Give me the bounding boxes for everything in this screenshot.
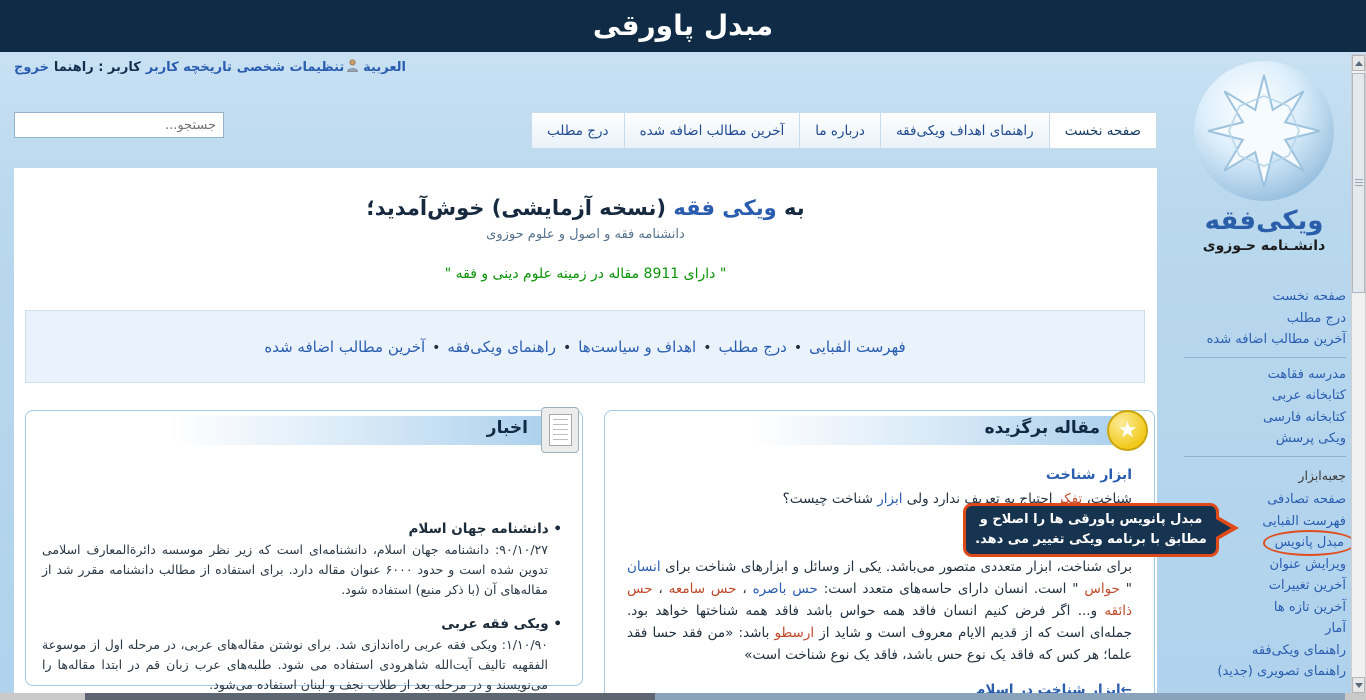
scroll-up-icon (1355, 61, 1363, 66)
news-item-body: ۹۰/۱۰/۲۷: دانشنامه جهان اسلام، دانشنامه‌… (42, 540, 548, 600)
tab-about-us[interactable]: درباره ما (800, 112, 881, 149)
news-box-title: اخبار (487, 418, 528, 438)
featured-article-body: ابزار شناخت شناخت، تفکر احتیاج به تعریف … (605, 451, 1154, 700)
sidebar-item-latest-news[interactable]: آخرین تازه ها (1184, 597, 1346, 619)
scroll-up-button[interactable] (1352, 55, 1365, 71)
sidebar-item-statistics[interactable]: آمار (1184, 618, 1346, 640)
bullet-separator (703, 338, 711, 356)
sidebar-item-visual-guide[interactable]: راهنمای تصویری (جدید) (1184, 661, 1346, 683)
bullet-separator (432, 338, 440, 356)
news-document-icon (541, 407, 579, 453)
sidebar-item-arabic-library[interactable]: کتابخانه عربی (1184, 385, 1346, 407)
news-list: دانشنامه جهان اسلام ۹۰/۱۰/۲۷: دانشنامه ج… (26, 451, 582, 695)
vertical-scrollbar[interactable] (1351, 54, 1366, 694)
article-count-text: " دارای 8911 مقاله در زمینه علوم دینی و … (14, 266, 1157, 282)
sidebar-item-feqahat-school[interactable]: مدرسه فقاهت (1184, 364, 1346, 386)
sidebar-item-wiki-porsesh[interactable]: ویکی پرسش (1184, 428, 1346, 450)
tooltip-line2: مطابق با برنامه ویکی تغییر می دهد. (972, 530, 1210, 550)
tab-latest-added[interactable]: آخرین مطالب اضافه شده (625, 112, 801, 149)
main-content: به ویکی فقه (نسخه آزمایشی) خوش‌آمدید؛ دا… (14, 168, 1157, 700)
quicknav-wikifeqh-guide[interactable]: راهنمای ویکی‌فقه (447, 338, 556, 356)
search-input[interactable] (14, 112, 224, 138)
site-logo[interactable]: ویکی‌فقه دانشـنامه حـوزوی (1184, 56, 1344, 254)
tooltip-line1: مبدل پانویس پاورقی ها را اصلاح و (972, 510, 1210, 530)
sidebar-divider (1184, 456, 1346, 457)
quicknav-strip: فهرست الفبایی درج مطلب اهداف و سیاست‌ها … (25, 310, 1145, 383)
news-item-heading[interactable]: ویکی فقه عربی (42, 616, 562, 632)
sidebar-divider (1184, 357, 1346, 358)
news-item-heading[interactable]: دانشنامه جهان اسلام (42, 521, 562, 537)
personal-link-arabic[interactable]: العربية (363, 60, 406, 75)
sidebar-toolbox-header: جعبه‌ابزار (1184, 465, 1346, 487)
featured-paragraph: برای شناخت، ابزار متعددی متصور می‌باشد. … (627, 556, 1132, 666)
bullet-separator (563, 338, 571, 356)
page-title: مبدل پاورقی (0, 0, 1366, 52)
page-tabs: صفحه نخست راهنمای اهداف ویکی‌فقه درباره … (531, 112, 1157, 149)
welcome-subtitle: دانشنامه فقه و اصول و علوم حوزوی (14, 227, 1157, 242)
scroll-down-button[interactable] (1352, 677, 1365, 693)
logo-tagline: دانشـنامه حـوزوی (1184, 238, 1344, 254)
scroll-down-icon (1355, 683, 1363, 688)
tooltip-arrow-inner (1216, 519, 1231, 537)
footnote-converter-tooltip: مبدل پانویس پاورقی ها را اصلاح و مطابق ب… (963, 503, 1219, 557)
welcome-heading: به ویکی فقه (نسخه آزمایشی) خوش‌آمدید؛ (14, 196, 1157, 220)
sidebar-item-latest-added[interactable]: آخرین مطالب اضافه شده (1184, 329, 1346, 351)
news-box-header: اخبار (26, 411, 582, 451)
sidebar-item-main-page[interactable]: صفحه نخست (1184, 286, 1346, 308)
bullet-separator (794, 338, 802, 356)
sidebar-item-persian-library[interactable]: کتابخانه فارسی (1184, 407, 1346, 429)
star-badge-icon: ★ (1107, 410, 1148, 451)
featured-box-header: ★ مقاله برگزیده (605, 411, 1154, 451)
news-box: اخبار دانشنامه جهان اسلام ۹۰/۱۰/۲۷: دانش… (25, 410, 583, 686)
sidebar-item-wikifeqh-guide[interactable]: راهنمای ویکی‌فقه (1184, 640, 1346, 662)
personal-link-preferences-label: تنظیمات شخصی (237, 60, 344, 75)
sidebar-nav: صفحه نخست درج مطلب آخرین مطالب اضافه شده… (1184, 286, 1346, 683)
sidebar-item-recent-changes[interactable]: آخرین تغییرات (1184, 575, 1346, 597)
site-notice-header: مبدل پاورقی (0, 0, 1366, 52)
personal-toolbar: العربية تنظیمات شخصی تاریخچه کاربر کاربر… (14, 59, 406, 76)
personal-link-preferences[interactable]: تنظیمات شخصی (237, 59, 358, 76)
scrollbar-thumb[interactable] (1352, 73, 1365, 293)
sidebar: ویکی‌فقه دانشـنامه حـوزوی صفحه نخست درج … (1166, 52, 1366, 700)
list-item: ویکی فقه عربی ۱/۱۰/۹۰: ویکی فقه عربی راه… (42, 616, 562, 695)
featured-article-link[interactable]: ابزار شناخت (1046, 465, 1132, 486)
personal-link-user-history[interactable]: تاریخچه کاربر (146, 60, 232, 75)
list-item: دانشنامه جهان اسلام ۹۰/۱۰/۲۷: دانشنامه ج… (42, 521, 562, 600)
scrollbar-grip-icon (1355, 179, 1363, 187)
footnote-converter-highlight-ellipse[interactable]: مبدل پانویس (1263, 530, 1356, 556)
logo-wordmark: ویکی‌فقه (1184, 206, 1344, 236)
personal-link-logout[interactable]: خروج (14, 60, 49, 75)
taskbar-strip (0, 693, 1366, 700)
featured-box-title: مقاله برگزیده (985, 418, 1100, 438)
tab-goals-guide[interactable]: راهنمای اهداف ویکی‌فقه (881, 112, 1050, 149)
welcome-block: به ویکی فقه (نسخه آزمایشی) خوش‌آمدید؛ دا… (14, 168, 1157, 282)
tab-insert-article[interactable]: درج مطلب (531, 112, 625, 149)
user-icon (347, 59, 358, 76)
quicknav-alphabetical-index[interactable]: فهرست الفبایی (809, 338, 906, 356)
quicknav-goals-policies[interactable]: اهداف و سیاست‌ها (578, 338, 696, 356)
tab-main-page[interactable]: صفحه نخست (1050, 112, 1157, 149)
sidebar-item-insert-article[interactable]: درج مطلب (1184, 308, 1346, 330)
news-item-body: ۱/۱۰/۹۰: ویکی فقه عربی راه‌اندازی شد. بر… (42, 635, 548, 695)
quicknav-latest-added[interactable]: آخرین مطالب اضافه شده (264, 338, 425, 356)
quicknav-insert-article[interactable]: درج مطلب (718, 338, 786, 356)
personal-user-help[interactable]: کاربر : راهنما (54, 60, 141, 75)
